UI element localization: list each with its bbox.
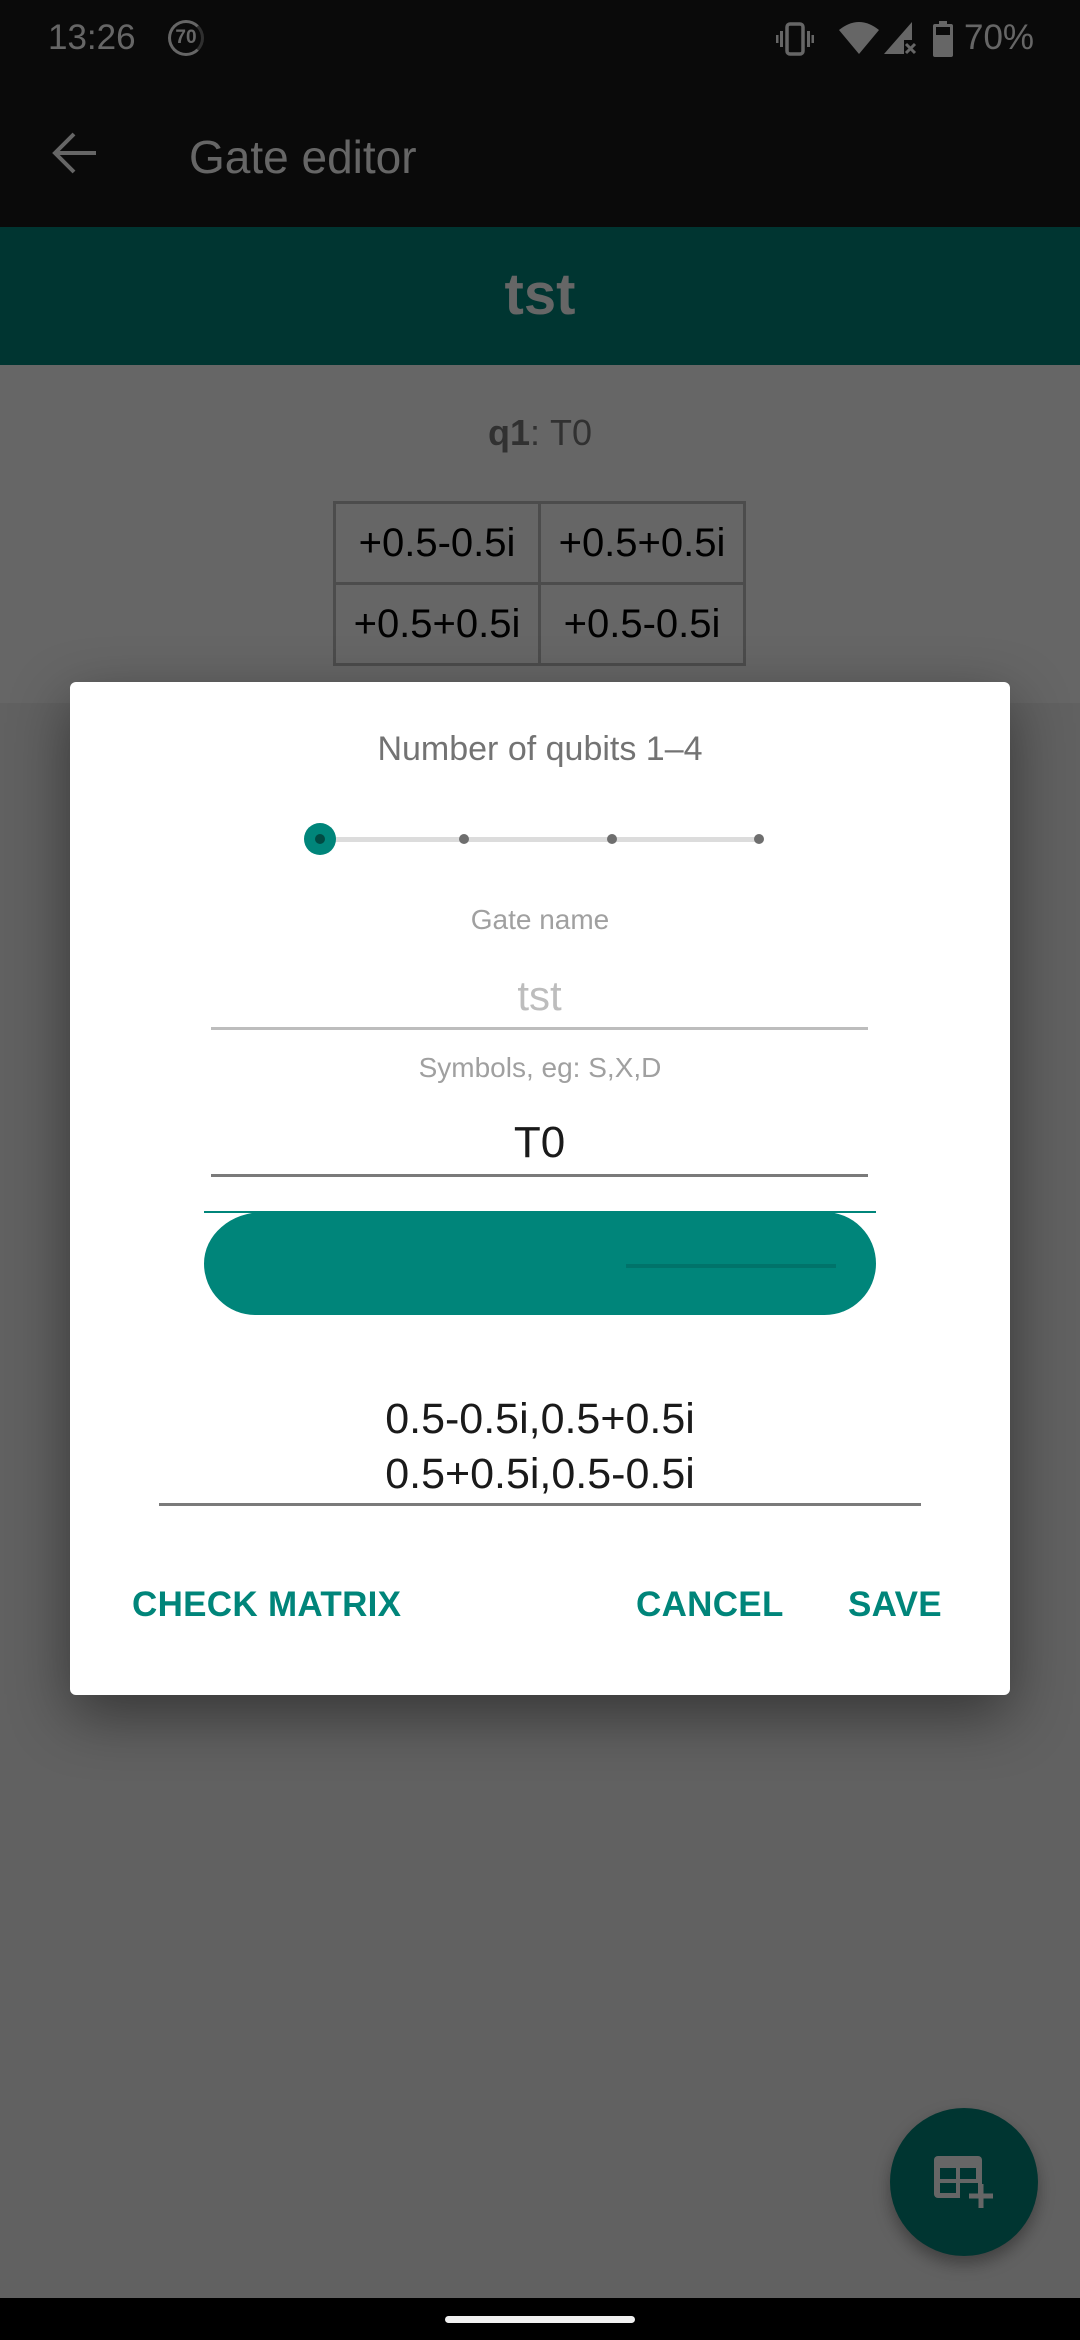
slider-thumb[interactable]	[304, 823, 336, 855]
home-gesture-handle[interactable]	[445, 2316, 635, 2323]
save-button[interactable]: SAVE	[848, 1577, 942, 1633]
qubits-label: Number of qubits 1–4	[377, 730, 703, 768]
matrix-input[interactable]	[159, 1384, 921, 1506]
slider-track[interactable]	[313, 837, 761, 842]
slider-tick[interactable]	[607, 834, 617, 844]
symbols-label: Symbols, eg: S,X,D	[418, 1052, 662, 1083]
slider-tick[interactable]	[459, 834, 469, 844]
symbols-input[interactable]	[211, 1112, 868, 1177]
spinner-underline	[626, 1264, 836, 1268]
gate-type-spinner[interactable]	[204, 1212, 876, 1315]
slider-tick[interactable]	[754, 834, 764, 844]
check-matrix-button[interactable]: CHECK MATRIX	[132, 1577, 401, 1633]
cancel-button[interactable]: CANCEL	[636, 1577, 784, 1633]
qubits-slider[interactable]	[299, 822, 777, 856]
gate-editor-dialog: Number of qubits 1–4 Gate name Symbols, …	[70, 682, 1010, 1695]
gate-name-input[interactable]	[211, 965, 868, 1030]
gate-name-label: Gate name	[470, 904, 610, 935]
